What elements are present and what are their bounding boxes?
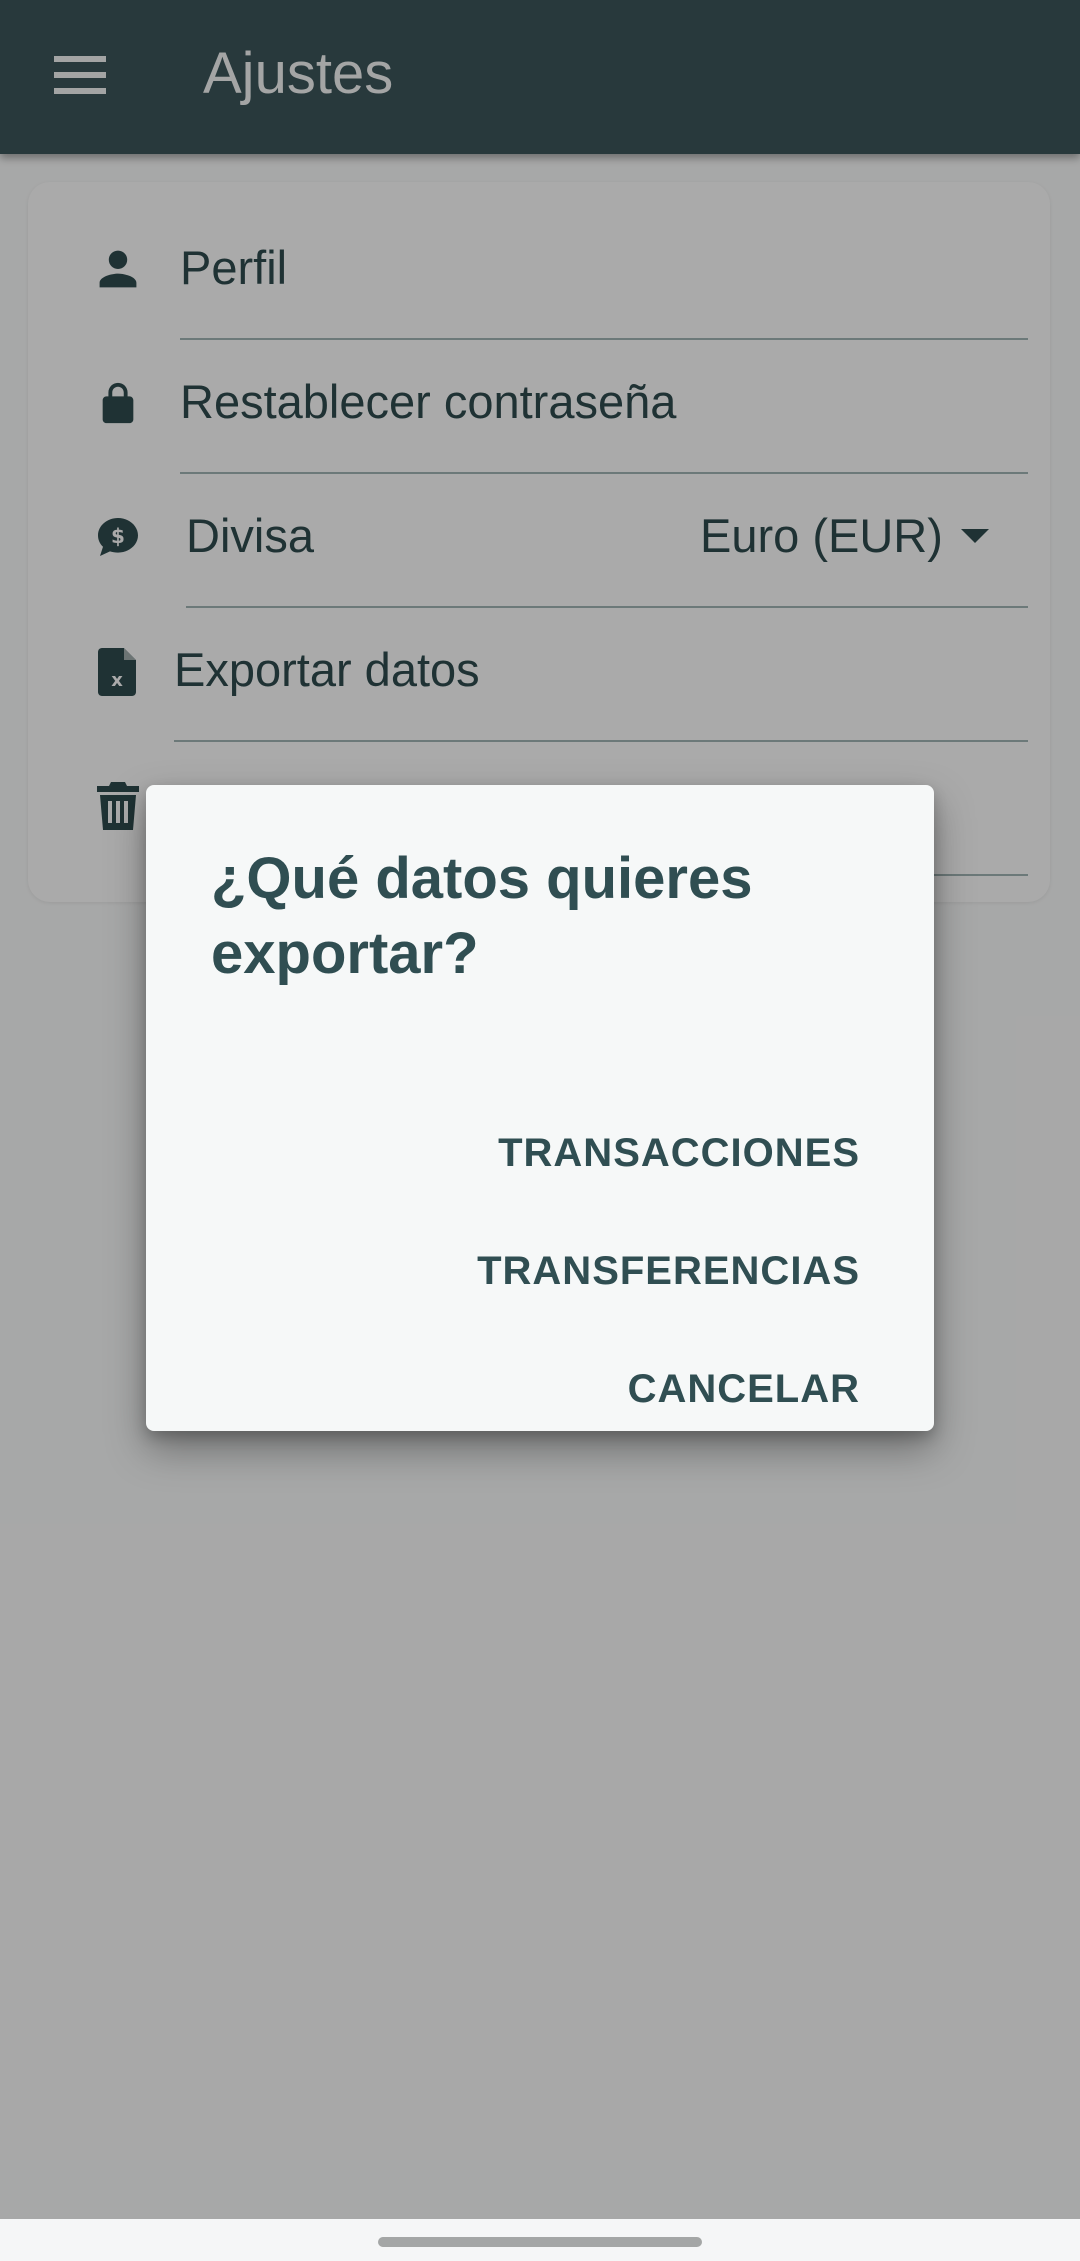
dialog-title: ¿Qué datos quieres exportar? — [211, 846, 753, 986]
export-dialog: ¿Qué datos quieres exportar? TRANSACCION… — [146, 785, 934, 1431]
transfers-button[interactable]: TRANSFERENCIAS — [477, 1231, 860, 1311]
cancel-button[interactable]: CANCELAR — [628, 1349, 860, 1429]
home-gesture-handle[interactable] — [378, 2237, 702, 2247]
navigation-bar — [0, 2219, 1080, 2261]
transactions-button[interactable]: TRANSACCIONES — [498, 1113, 860, 1193]
